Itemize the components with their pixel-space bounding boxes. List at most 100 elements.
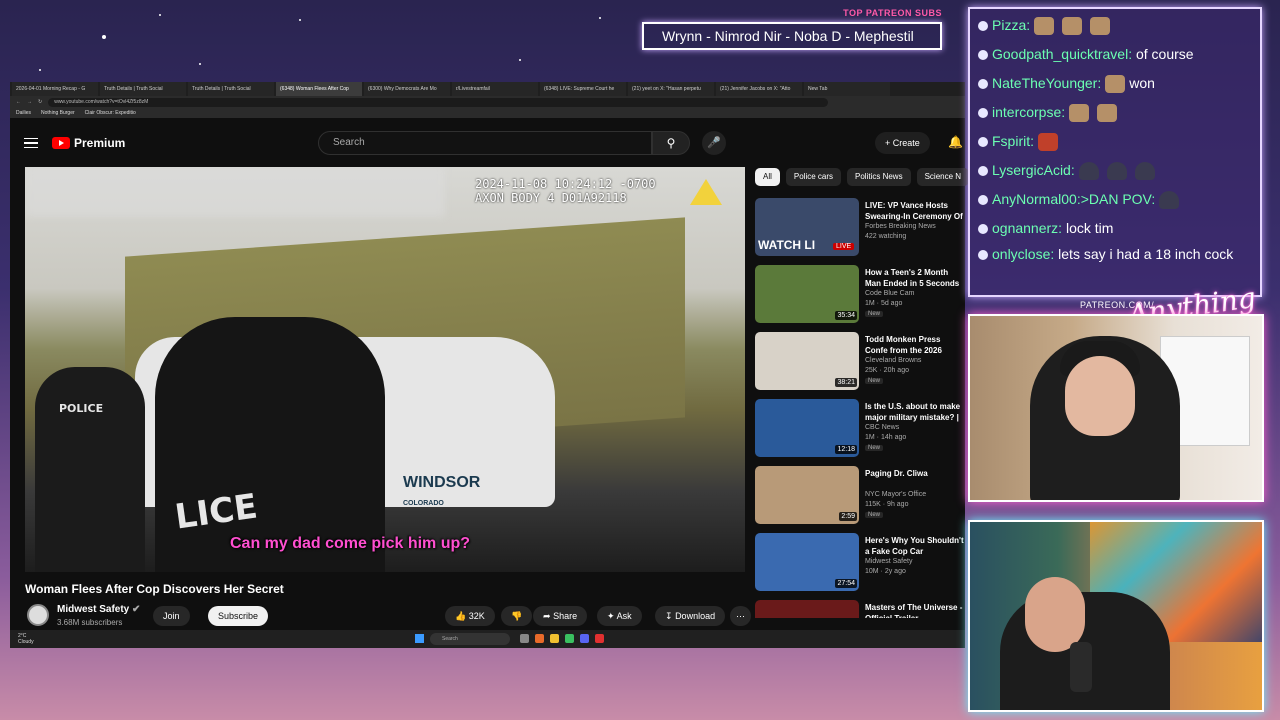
create-button[interactable]: + Create: [875, 132, 930, 154]
thumbs-down-icon: 👎: [511, 611, 523, 621]
recommendation-channel[interactable]: Cleveland Browns: [865, 357, 921, 364]
video-player[interactable]: WINDSOR COLORADO 911 POLICE LICE 2024-11…: [25, 167, 745, 572]
recommendation-title[interactable]: How a Teen's 2 Month Man Ended in 5 Seco…: [865, 267, 965, 289]
browser-tab[interactable]: Truth Details | Truth Social: [188, 82, 274, 96]
recommendation-title[interactable]: Is the U.S. about to make major military…: [865, 401, 965, 423]
chip-police-cars[interactable]: Police cars: [785, 168, 842, 186]
emote-icon: [1159, 191, 1180, 210]
police-label-left: POLICE: [59, 402, 104, 415]
browser-tab[interactable]: (21) Jennifer Jacobs on X: "Atto: [716, 82, 802, 96]
forward-icon[interactable]: →: [27, 99, 32, 105]
new-badge: New: [865, 311, 884, 317]
recommendation-channel[interactable]: Code Blue Cam: [865, 290, 914, 297]
recommendation-item[interactable]: Masters of The Universe - Official Trail…: [755, 600, 965, 618]
webcam-streamer-2: [968, 520, 1264, 712]
url-input[interactable]: www.youtube.com/watch?v=tOvl4Zf5z8zM: [48, 97, 829, 107]
chip-science[interactable]: Science N: [916, 168, 970, 186]
browser-tab[interactable]: r/Livestreamfail: [452, 82, 538, 96]
emote-icon: [1069, 104, 1090, 123]
taskbar-app-icon[interactable]: [565, 634, 574, 643]
recommendation-item[interactable]: 2:59 Paging Dr. Cliwa NYC Mayor's Office 11…: [755, 466, 965, 533]
bookmark-item[interactable]: Nothing Burger: [41, 110, 75, 116]
taskbar-app-icon[interactable]: [520, 634, 529, 643]
share-button[interactable]: ➦ Share: [533, 606, 588, 626]
back-icon[interactable]: ←: [16, 99, 21, 105]
browser-tab[interactable]: (6300) Why Democrats Are Mo: [364, 82, 450, 96]
ask-button[interactable]: ✦ Ask: [597, 606, 642, 626]
taskbar-folder-icon[interactable]: [550, 634, 559, 643]
thumbs-up-icon: 👍: [455, 611, 467, 621]
address-bar-row: ← → ↻ www.youtube.com/watch?v=tOvl4Zf5z8…: [10, 96, 965, 108]
chip-all[interactable]: All: [755, 168, 780, 186]
channel-avatar[interactable]: [27, 604, 49, 626]
car-windsor-text: WINDSOR COLORADO: [403, 474, 481, 507]
recommendation-title[interactable]: Paging Dr. Cliwa: [865, 468, 965, 490]
chat-message: Pizza:: [978, 11, 1252, 40]
dislike-button[interactable]: 👎: [501, 606, 533, 626]
taskbar-app-icon[interactable]: [595, 634, 604, 643]
emote-icon: [1134, 162, 1155, 181]
bookmark-item[interactable]: Clair Obscur: Expeditio: [85, 110, 136, 116]
recommendation-title[interactable]: LIVE: VP Vance Hosts Swearing-In Ceremon…: [865, 200, 965, 222]
like-button[interactable]: 👍 32K: [445, 606, 495, 626]
recommendation-channel[interactable]: Forbes Breaking News: [865, 223, 936, 230]
chat-badge-icon: [978, 250, 988, 261]
channel-name[interactable]: Midwest Safety ✔: [57, 604, 140, 615]
join-button[interactable]: Join: [153, 606, 190, 626]
chat-message: Goodpath_quicktravel: of course: [978, 40, 1252, 69]
download-icon: ↧: [665, 611, 673, 621]
recommendation-item[interactable]: 38:21 Todd Monken Press Confe from the 20…: [755, 332, 965, 399]
browser-tab[interactable]: Truth Details | Truth Social: [100, 82, 186, 96]
reload-icon[interactable]: ↻: [38, 99, 42, 105]
browser-tab-active[interactable]: (6348) Woman Flees After Cop: [276, 82, 362, 96]
video-duration: 35:34: [835, 311, 857, 320]
recommendation-meta: 10M · 2y ago: [865, 568, 906, 575]
chip-politics-news[interactable]: Politics News: [847, 168, 911, 186]
recommendation-title[interactable]: Here's Why You Shouldn't a Fake Cop Car: [865, 535, 965, 557]
video-thumbnail[interactable]: [755, 600, 859, 618]
windows-taskbar: 2°C Cloudy Search: [10, 630, 965, 648]
video-title: Woman Flees After Cop Discovers Her Secr…: [25, 582, 284, 596]
weather-widget[interactable]: 2°C Cloudy: [18, 633, 34, 645]
video-duration: 2:59: [839, 512, 857, 521]
video-scene-officer-left: [35, 367, 145, 572]
hamburger-menu-icon[interactable]: [24, 137, 38, 149]
recommendation-channel[interactable]: CBC News: [865, 424, 899, 431]
browser-tab[interactable]: (21) yeet on X: "Hasan perpetu: [628, 82, 714, 96]
chat-message: ognannerz: lock tim: [978, 214, 1252, 243]
subscribe-button[interactable]: Subscribe: [208, 606, 269, 626]
search-input[interactable]: Search: [318, 131, 652, 155]
recommendation-item[interactable]: 35:34 How a Teen's 2 Month Man Ended in 5…: [755, 265, 965, 332]
chat-badge-icon: [978, 166, 988, 177]
recommendation-meta: 1M · 5d ago: [865, 300, 903, 307]
webcam-streamer-1: [968, 314, 1264, 502]
more-actions-icon[interactable]: ⋯: [730, 606, 751, 626]
notifications-bell-icon[interactable]: 🔔: [948, 135, 963, 149]
browser-tab[interactable]: (6348) LIVE: Supreme Court he: [540, 82, 626, 96]
bookmark-item[interactable]: Dailies: [16, 110, 31, 116]
recommendation-title[interactable]: Masters of The Universe - Official Trail…: [865, 602, 965, 618]
recommendation-item[interactable]: WATCH LI LIVE LIVE: VP Vance Hosts Swearin…: [755, 198, 965, 265]
recommendation-channel[interactable]: Midwest Safety: [865, 558, 912, 565]
youtube-premium-logo[interactable]: Premium: [52, 136, 125, 150]
search-icon[interactable]: ⚲: [652, 131, 690, 155]
taskbar-search-input[interactable]: Search: [430, 633, 510, 645]
recommendation-channel[interactable]: NYC Mayor's Office: [865, 491, 926, 498]
recommendation-item[interactable]: 12:18 Is the U.S. about to make major mil…: [755, 399, 965, 466]
download-button[interactable]: ↧ Download: [655, 606, 726, 626]
chat-message: NateTheYounger: won: [978, 69, 1252, 98]
browser-tab[interactable]: 2026-04-01 Morning Recap - G: [12, 82, 98, 96]
recommendation-chips: All Police cars Politics News Science N: [755, 168, 970, 186]
emote-icon: [1038, 133, 1058, 152]
taskbar-app-icon[interactable]: [535, 634, 544, 643]
windows-start-icon[interactable]: [415, 634, 424, 643]
taskbar-discord-icon[interactable]: [580, 634, 589, 643]
chat-message: intercorpse:: [978, 98, 1252, 127]
recommendation-title[interactable]: Todd Monken Press Confe from the 2026 An…: [865, 334, 965, 356]
microphone-icon[interactable]: 🎤: [702, 131, 726, 155]
chat-badge-icon: [978, 195, 988, 206]
verified-icon: ✔: [132, 604, 141, 615]
recommendation-item[interactable]: 27:54 Here's Why You Shouldn't a Fake Cop…: [755, 533, 965, 600]
browser-tab[interactable]: New Tab: [804, 82, 890, 96]
browser-tab-bar: 2026-04-01 Morning Recap - G Truth Detai…: [10, 82, 965, 96]
